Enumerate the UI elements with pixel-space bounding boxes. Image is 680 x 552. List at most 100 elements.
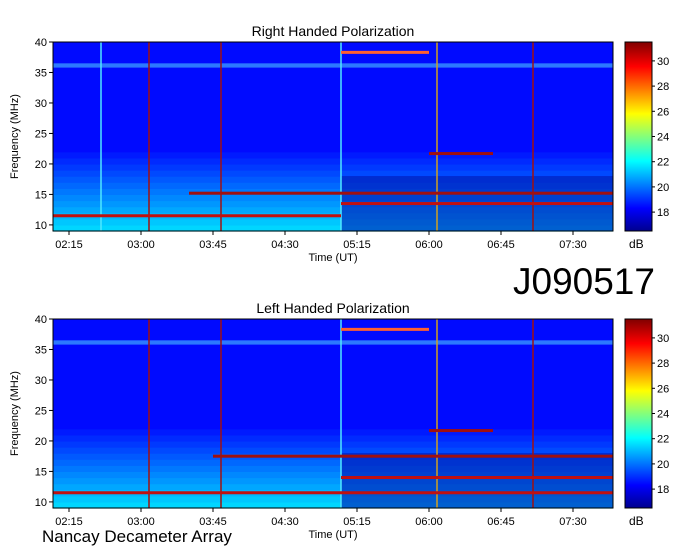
field-row <box>53 127 613 135</box>
colorbar-tick-label: 22 <box>657 434 669 446</box>
spectrogram-panel-left: Left Handed Polarization 10 15 20 25 30 35 40 Fr… <box>9 300 614 541</box>
field-row <box>53 133 613 141</box>
horizontal-feature-7 <box>429 152 493 156</box>
field-row <box>53 319 613 326</box>
colorbar-tick-label: 18 <box>657 207 669 219</box>
horizontal-feature-9 <box>53 491 613 495</box>
field-row <box>53 392 613 399</box>
y-tick-label: 15 <box>35 189 47 201</box>
horizontal-feature-8 <box>341 476 613 480</box>
field-row <box>53 422 613 430</box>
horizontal-feature-9 <box>341 202 613 206</box>
y-tick-label: 30 <box>35 375 47 387</box>
y-tick-label: 20 <box>35 436 47 448</box>
field-row <box>53 90 613 98</box>
spectrogram-field <box>53 42 613 232</box>
x-tick-label: 07:30 <box>559 239 587 251</box>
spectrogram-panel-right: Right Handed Polarization 10 15 20 25 30 35 40 F… <box>9 23 614 264</box>
x-tick-label: 03:45 <box>199 239 227 251</box>
horizontal-feature-7 <box>213 454 613 458</box>
field-row <box>53 349 613 357</box>
field-row <box>53 440 613 448</box>
x-tick-label: 05:15 <box>343 239 371 251</box>
colorbar-tick-label: 20 <box>657 182 669 194</box>
field-row <box>53 72 613 80</box>
field-row <box>53 434 613 442</box>
field-row <box>53 379 613 387</box>
colorbar-tick-label: 24 <box>657 132 669 144</box>
colorbar-tick-label: 18 <box>657 484 669 496</box>
field-row <box>53 373 613 381</box>
field-row <box>53 355 613 363</box>
y-tick-label: 30 <box>35 98 47 110</box>
field-row <box>53 151 613 159</box>
y-tick-label: 40 <box>35 37 47 49</box>
y-tick-label: 15 <box>35 466 47 478</box>
y-tick-label: 10 <box>35 220 47 232</box>
field-row <box>53 121 613 128</box>
y-tick-label: 10 <box>35 497 47 509</box>
field-row <box>53 325 613 332</box>
y-tick-label: 35 <box>35 67 47 79</box>
x-tick-label: 07:30 <box>559 516 587 528</box>
horizontal-feature-6 <box>341 50 429 54</box>
horizontal-feature-8 <box>189 191 613 195</box>
x-tick-label: 04:30 <box>271 516 299 528</box>
panel-title: Right Handed Polarization <box>252 23 415 39</box>
colorbar-unit: dB <box>629 514 644 528</box>
colorbar-tick-label: 26 <box>657 383 669 395</box>
field-row <box>53 139 613 147</box>
field-row <box>53 145 613 153</box>
colorbar-unit: dB <box>629 237 644 251</box>
field-row <box>53 361 613 369</box>
field-row <box>53 404 613 412</box>
spectrogram-field <box>53 319 613 509</box>
field-row <box>53 96 613 104</box>
colorbar: 18 20 22 24 26 28 30 dB <box>624 41 669 251</box>
field-row <box>53 386 613 393</box>
x-axis-label: Time (UT) <box>308 529 357 541</box>
y-tick-label: 35 <box>35 344 47 356</box>
field-row <box>53 170 613 177</box>
instrument-label: Nancay Decameter Array <box>42 527 232 546</box>
field-row <box>53 367 613 375</box>
x-tick-label: 06:45 <box>487 239 515 251</box>
y-tick-label: 40 <box>35 314 47 326</box>
field-row <box>53 410 613 418</box>
field-row <box>53 331 613 338</box>
field-row <box>53 115 613 122</box>
colorbar-tick-label: 28 <box>657 81 669 93</box>
y-tick-label: 25 <box>35 405 47 417</box>
x-tick-label: 04:30 <box>271 239 299 251</box>
colorbar-gradient <box>624 41 653 232</box>
x-tick-label: 05:15 <box>343 516 371 528</box>
field-row <box>53 48 613 55</box>
field-row <box>53 42 613 49</box>
colorbar-tick-label: 20 <box>657 459 669 471</box>
y-tick-label: 20 <box>35 159 47 171</box>
field-row <box>53 54 613 61</box>
field-row <box>53 78 613 86</box>
colorbar-tick-label: 30 <box>657 56 669 68</box>
field-row <box>53 447 613 454</box>
x-tick-label: 06:00 <box>415 239 443 251</box>
field-row <box>53 398 613 405</box>
colorbar-tick-label: 24 <box>657 409 669 421</box>
spectrogram-figure: Right Handed Polarization 10 15 20 25 30 35 40 F… <box>0 0 680 552</box>
colorbar-tick-label: 30 <box>657 333 669 345</box>
field-row <box>53 157 613 165</box>
field-rfi-band <box>53 63 613 68</box>
field-row <box>53 109 613 116</box>
field-rfi-band <box>53 340 613 345</box>
x-tick-label: 03:00 <box>127 239 155 251</box>
colorbar-tick-label: 22 <box>657 157 669 169</box>
y-axis-label: Frequency (MHz) <box>9 94 21 179</box>
panel-title: Left Handed Polarization <box>256 300 409 316</box>
y-tick-label: 25 <box>35 128 47 140</box>
field-row <box>53 102 613 110</box>
x-axis-label: Time (UT) <box>308 252 357 264</box>
colorbar-tick-label: 26 <box>657 106 669 118</box>
field-dark-region <box>341 453 613 508</box>
colorbar-tick-label: 28 <box>657 358 669 370</box>
colorbar-gradient <box>624 318 653 509</box>
